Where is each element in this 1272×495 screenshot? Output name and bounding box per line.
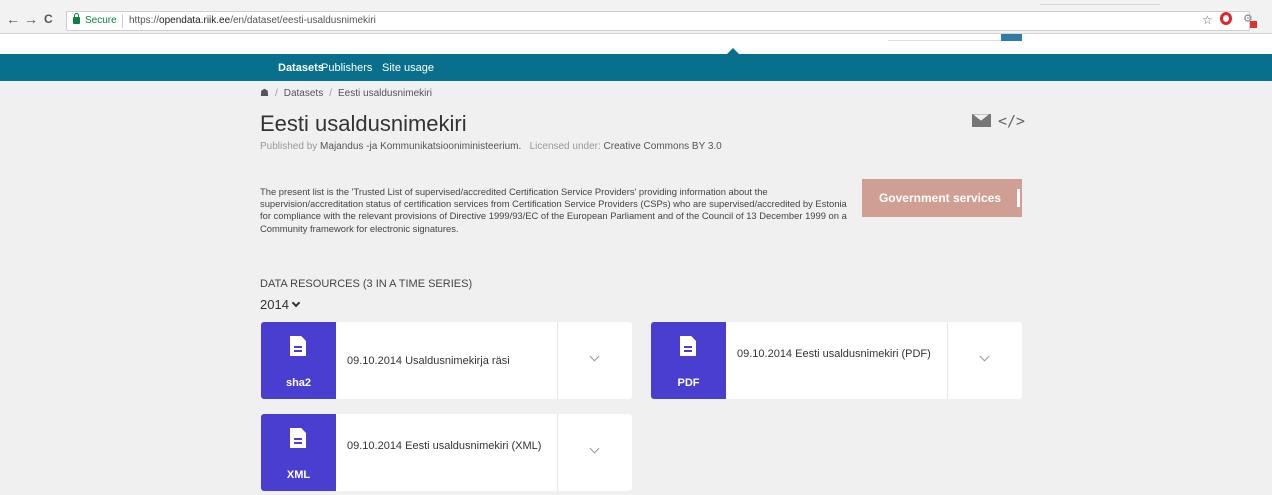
chevron-down-icon[interactable] bbox=[589, 351, 600, 362]
chevron-down-icon bbox=[291, 298, 301, 308]
forward-button[interactable]: → bbox=[24, 11, 38, 27]
category-button-label: Government services bbox=[878, 191, 1002, 205]
card-divider bbox=[557, 322, 558, 399]
tab-ghost bbox=[1040, 4, 1160, 8]
license-link[interactable]: Creative Commons BY 3.0 bbox=[604, 141, 722, 152]
resource-card[interactable]: sha2 09.10.2014 Usaldusnimekirja räsi bbox=[261, 322, 632, 399]
dataset-description: The present list is the 'Trusted List of… bbox=[260, 186, 847, 234]
breadcrumb-separator: / bbox=[329, 88, 332, 99]
secure-label: Secure bbox=[85, 15, 117, 26]
nav-site-usage[interactable]: Site usage bbox=[382, 62, 434, 74]
address-separator bbox=[122, 14, 123, 28]
nav-datasets[interactable]: Datasets bbox=[278, 62, 324, 74]
opera-extension-icon[interactable] bbox=[1220, 12, 1232, 25]
embed-code-icon[interactable]: </> bbox=[998, 112, 1025, 130]
card-divider bbox=[947, 322, 948, 399]
breadcrumb-current: Eesti usaldusnimekiri bbox=[338, 88, 432, 99]
email-share-icon[interactable] bbox=[972, 114, 991, 127]
format-label: PDF bbox=[677, 377, 700, 389]
url-text: https://opendata.riik.ee/en/dataset/eest… bbox=[129, 15, 376, 26]
format-label: sha2 bbox=[285, 377, 312, 389]
breadcrumb-datasets[interactable]: Datasets bbox=[284, 88, 323, 99]
url-domain: opendata.riik.ee bbox=[159, 15, 231, 26]
publication-info: Published by Majandus -ja Kommunikatsioo… bbox=[260, 141, 722, 152]
url-prefix: https:// bbox=[129, 15, 160, 26]
extension-badge-icon bbox=[1250, 21, 1257, 28]
publisher-link[interactable]: Majandus -ja Kommunikatsiooniministeeriu… bbox=[320, 141, 521, 152]
main-navigation: Datasets Publishers Site usage bbox=[0, 54, 1272, 81]
format-label: XML bbox=[286, 469, 311, 481]
published-by-label: Published by bbox=[260, 141, 318, 152]
bookmark-star-icon[interactable]: ☆ bbox=[1202, 13, 1213, 27]
chevron-down-icon[interactable] bbox=[589, 443, 600, 454]
home-icon[interactable]: ☗ bbox=[260, 88, 269, 99]
site-topbar bbox=[0, 34, 1272, 54]
document-icon bbox=[290, 336, 306, 356]
nav-publishers[interactable]: Publishers bbox=[321, 62, 372, 74]
url-path: /en/dataset/eesti-usaldusnimekiri bbox=[230, 15, 376, 26]
back-button[interactable]: ← bbox=[6, 11, 20, 27]
year-label: 2014 bbox=[260, 297, 289, 312]
tab-strip bbox=[0, 0, 1272, 8]
license-label: Licensed under: bbox=[529, 141, 601, 152]
document-icon bbox=[290, 428, 306, 448]
document-icon bbox=[680, 336, 696, 356]
format-badge: sha2 bbox=[261, 322, 336, 399]
breadcrumb: ☗ / Datasets / Eesti usaldusnimekiri bbox=[260, 88, 432, 99]
resource-title[interactable]: 09.10.2014 Eesti usaldusnimekiri (PDF) bbox=[737, 347, 937, 361]
category-government-services-button[interactable]: Government services bbox=[862, 179, 1022, 217]
page-title: Eesti usaldusnimekiri bbox=[260, 111, 467, 136]
site-search-button[interactable] bbox=[1001, 34, 1022, 41]
format-badge: XML bbox=[261, 414, 336, 491]
lock-icon bbox=[73, 13, 80, 24]
resource-title[interactable]: 09.10.2014 Eesti usaldusnimekiri (XML) bbox=[347, 439, 547, 453]
breadcrumb-separator: / bbox=[274, 88, 278, 99]
format-badge: PDF bbox=[651, 322, 726, 399]
chevron-down-icon[interactable] bbox=[979, 351, 990, 362]
address-bar[interactable]: Secure https://opendata.riik.ee/en/datas… bbox=[66, 11, 1250, 31]
year-selector[interactable]: 2014 bbox=[260, 297, 301, 312]
card-divider bbox=[557, 414, 558, 491]
resource-title[interactable]: 09.10.2014 Usaldusnimekirja räsi bbox=[347, 354, 547, 368]
resources-heading: DATA RESOURCES (3 IN A TIME SERIES) bbox=[260, 278, 473, 290]
reload-button[interactable]: C bbox=[44, 11, 53, 27]
browser-toolbar: ← → C Secure https://opendata.riik.ee/en… bbox=[0, 0, 1272, 34]
resource-card[interactable]: XML 09.10.2014 Eesti usaldusnimekiri (XM… bbox=[261, 414, 632, 491]
resource-card[interactable]: PDF 09.10.2014 Eesti usaldusnimekiri (PD… bbox=[651, 322, 1022, 399]
